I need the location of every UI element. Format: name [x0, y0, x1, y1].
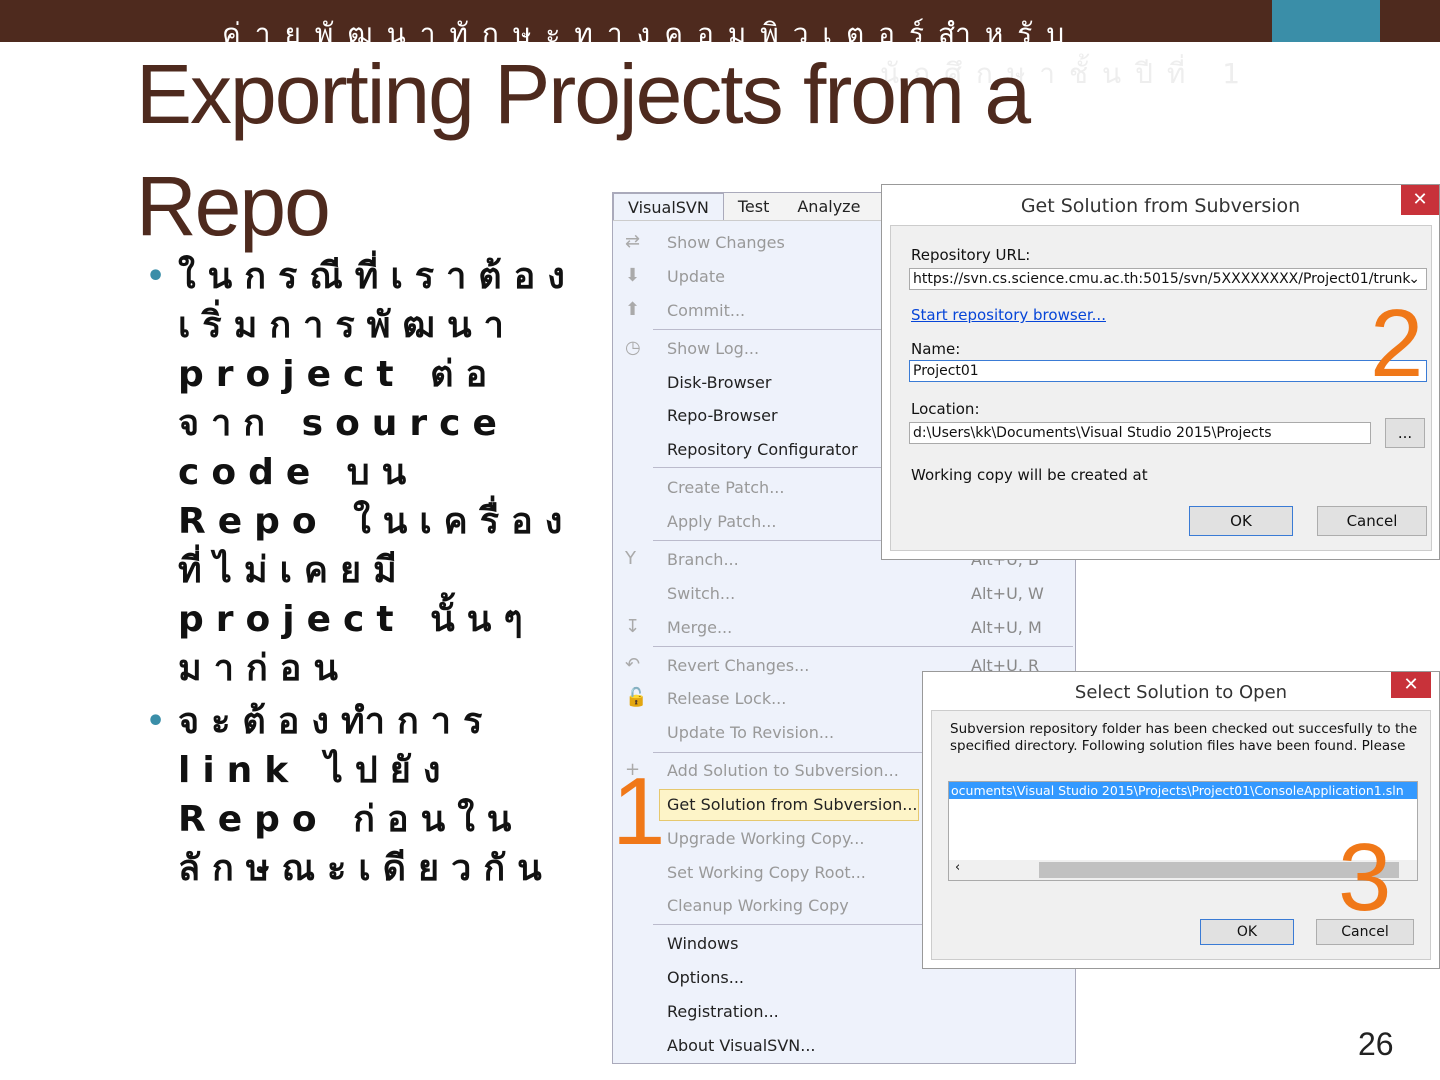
bullet: ในกรณีที่เราต้องเริ่มการพัฒนา project ต่…	[146, 252, 586, 693]
menu-item[interactable]: Apply Patch...	[667, 512, 776, 531]
menu-analyze[interactable]: Analyze	[783, 193, 874, 220]
lock-icon: 🔓	[625, 687, 648, 708]
ok-button[interactable]: OK	[1189, 506, 1293, 536]
repository-browser-link[interactable]: Start repository browser...	[911, 306, 1106, 324]
dialog-body: Repository URL: https://svn.cs.science.c…	[890, 225, 1432, 551]
bullet-list: ในกรณีที่เราต้องเริ่มการพัฒนา project ต่…	[146, 252, 586, 897]
merge-icon: ↧	[625, 616, 641, 637]
menu-item[interactable]: Commit...	[667, 301, 745, 320]
menu-item[interactable]: Show Log...	[667, 339, 759, 358]
url-value: https://svn.cs.science.cmu.ac.th:5015/sv…	[913, 271, 1411, 287]
branch-icon: Y	[625, 548, 636, 569]
get-solution-dialog: Get Solution from Subversion ✕ Repositor…	[881, 184, 1440, 560]
menu-item[interactable]: About VisualSVN...	[667, 1036, 815, 1055]
menu-item[interactable]: Update To Revision...	[667, 723, 834, 742]
menu-item[interactable]: Repository Configurator	[667, 440, 858, 459]
menu-item[interactable]: Set Working Copy Root...	[667, 863, 866, 882]
menu-item[interactable]: Options...	[667, 968, 744, 987]
menu-item[interactable]: Create Patch...	[667, 478, 784, 497]
menu-item[interactable]: Branch...	[667, 550, 739, 569]
name-field[interactable]: Project01	[909, 360, 1427, 382]
step-3-label: 3	[1338, 824, 1392, 931]
step-1-label: 1	[612, 758, 666, 865]
revert-icon: ↶	[625, 654, 641, 675]
browse-button[interactable]: ...	[1385, 418, 1425, 448]
working-copy-text: Working copy will be created at	[911, 466, 1148, 484]
close-button[interactable]: ✕	[1391, 672, 1431, 698]
name-label: Name:	[911, 340, 961, 358]
menu-test[interactable]: Test	[724, 193, 784, 220]
menu-item[interactable]: Show Changes	[667, 233, 785, 252]
location-field[interactable]: d:\Users\kk\Documents\Visual Studio 2015…	[909, 422, 1371, 444]
solution-file-item[interactable]: ocuments\Visual Studio 2015\Projects\Pro…	[949, 782, 1417, 799]
menu-shortcut: Alt+U, W	[971, 584, 1044, 603]
page-number: 26	[1358, 1026, 1394, 1062]
update-icon: ⬇	[625, 265, 641, 286]
menu-item[interactable]: Repo-Browser	[667, 406, 778, 425]
menu-item[interactable]: Windows	[667, 934, 738, 953]
location-label: Location:	[911, 400, 980, 418]
menu-item[interactable]: Registration...	[667, 1002, 779, 1021]
menu-item[interactable]: Switch...	[667, 584, 735, 603]
header-accent	[1272, 0, 1380, 42]
bullet: จะต้องทำการ link ไปยัง Repo ก่อนในลักษณะ…	[146, 697, 586, 893]
menu-item[interactable]: Upgrade Working Copy...	[667, 829, 864, 848]
menu-item[interactable]: Cleanup Working Copy	[667, 896, 849, 915]
menu-item[interactable]: Merge...	[667, 618, 732, 637]
step-2-label: 2	[1370, 290, 1424, 397]
clock-icon: ◷	[625, 337, 641, 358]
menu-item[interactable]: Revert Changes...	[667, 656, 809, 675]
menu-item[interactable]: Release Lock...	[667, 689, 786, 708]
menu-shortcut: Alt+U, M	[971, 618, 1042, 637]
ok-button[interactable]: OK	[1200, 919, 1294, 945]
menu-item[interactable]: Disk-Browser	[667, 373, 771, 392]
show-changes-icon: ⇄	[625, 231, 641, 252]
dialog-title: Get Solution from Subversion	[1020, 195, 1301, 217]
url-label: Repository URL:	[911, 246, 1031, 264]
close-button[interactable]: ✕	[1401, 185, 1439, 215]
message-text: Subversion repository folder has been ch…	[950, 721, 1418, 754]
url-combobox[interactable]: https://svn.cs.science.cmu.ac.th:5015/sv…	[909, 268, 1427, 290]
chevron-down-icon: ⌄	[1408, 271, 1420, 287]
menu-item[interactable]: Update	[667, 267, 725, 286]
dialog-title: Select Solution to Open	[1074, 682, 1288, 703]
scroll-left-icon[interactable]: ‹	[955, 860, 960, 875]
menu-item[interactable]: Get Solution from Subversion...	[667, 795, 918, 814]
cancel-button[interactable]: Cancel	[1317, 506, 1427, 536]
menu-item[interactable]: Add Solution to Subversion...	[667, 761, 899, 780]
menu-separator	[653, 646, 1073, 647]
commit-icon: ⬆	[625, 299, 641, 320]
menu-visualsvn[interactable]: VisualSVN	[613, 193, 724, 220]
